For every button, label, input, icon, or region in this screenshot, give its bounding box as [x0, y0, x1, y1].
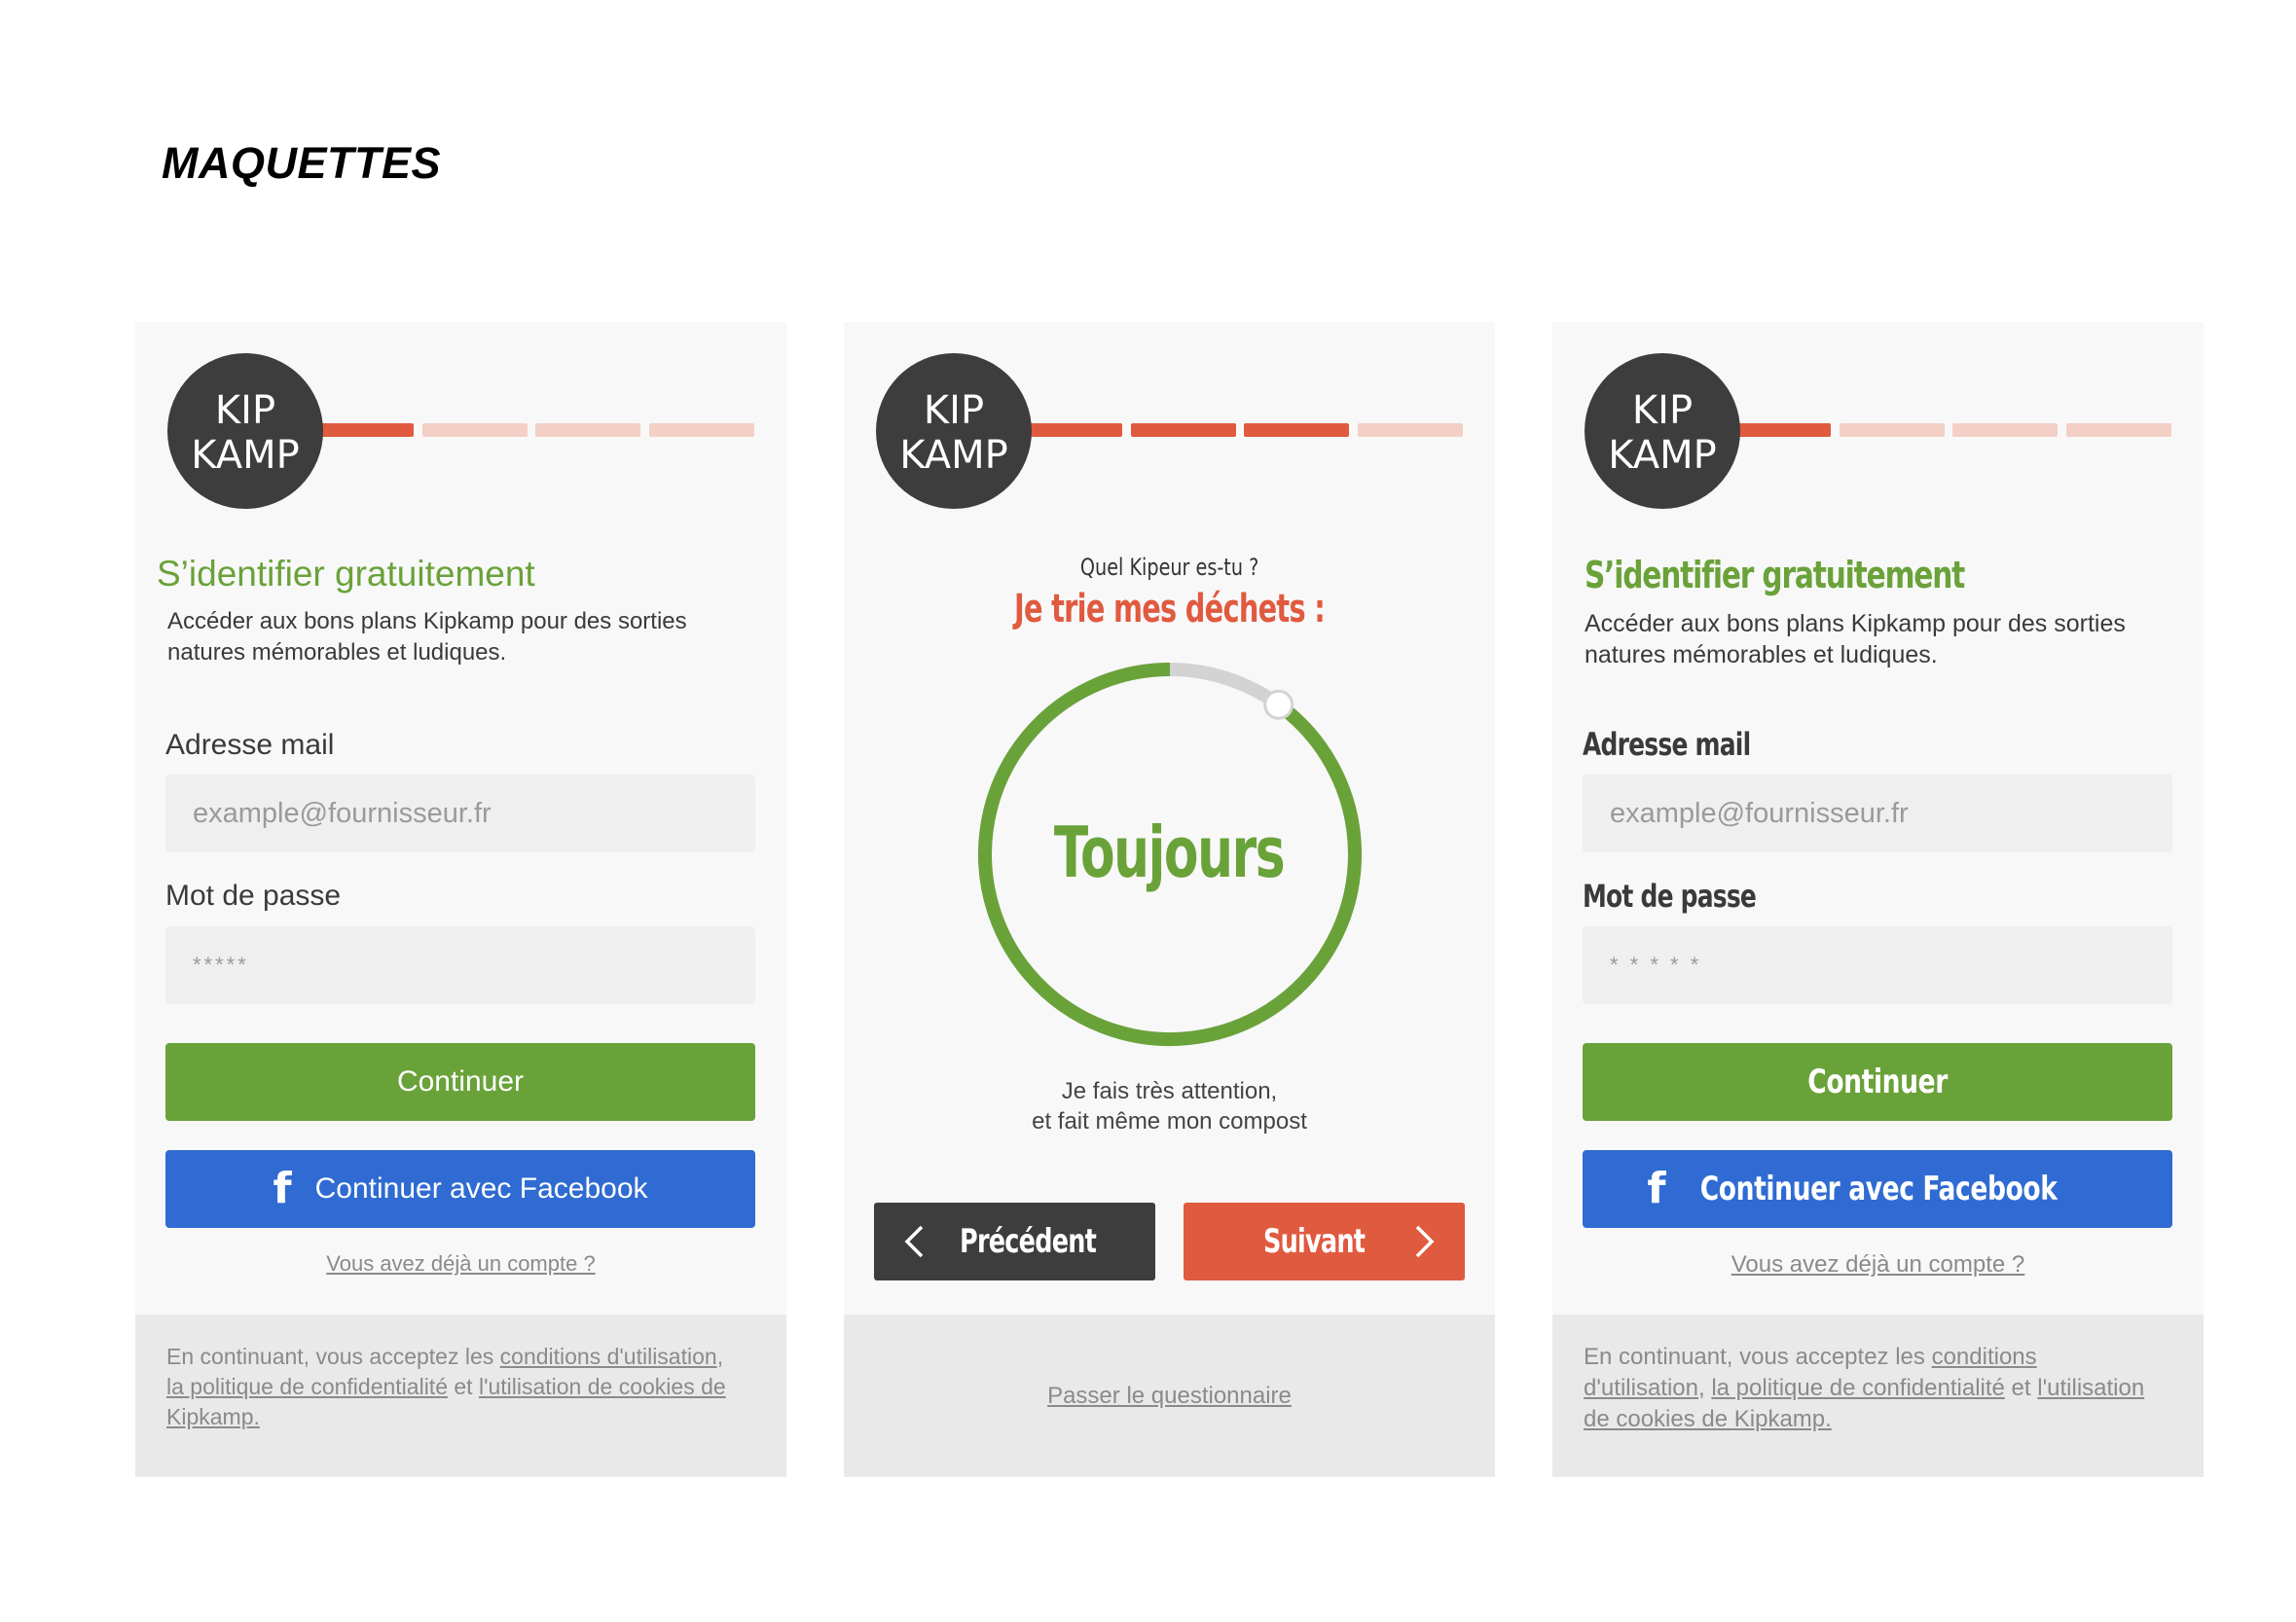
dial-handle[interactable]	[1263, 689, 1294, 720]
email-field[interactable]	[165, 775, 755, 852]
progress-step-2	[1840, 423, 1945, 437]
svg-text:KIP: KIP	[1632, 388, 1693, 433]
svg-text:KAMP: KAMP	[899, 433, 1008, 478]
email-label: Adresse mail	[165, 729, 335, 761]
existing-account-link[interactable]: Vous avez déjà un compte ?	[135, 1251, 786, 1277]
password-label: Mot de passe	[165, 880, 342, 912]
privacy-link[interactable]: la politique de confidentialité	[1711, 1375, 2005, 1401]
chevron-left-icon	[904, 1225, 924, 1258]
kipkamp-logo-mark: KIP KAMP	[899, 388, 1008, 478]
facebook-icon: f	[1647, 1164, 1666, 1213]
facebook-login-button[interactable]: f Continuer avec Facebook	[165, 1150, 755, 1228]
svg-text:KAMP: KAMP	[1608, 433, 1717, 478]
previous-button-label: Précédent	[960, 1222, 1097, 1261]
kipkamp-logo-mark: KIP KAMP	[191, 388, 300, 478]
next-button[interactable]: Suivant	[1184, 1203, 1465, 1280]
svg-text:KIP: KIP	[215, 388, 275, 433]
legal-text: En continuant, vous acceptez les conditi…	[166, 1344, 726, 1429]
chevron-right-icon	[1415, 1225, 1435, 1258]
kipkamp-logo: KIP KAMP	[876, 353, 1032, 509]
signup-subtext: Accéder aux bons plans Kipkamp pour des …	[167, 608, 687, 666]
legal-footer: En continuant, vous acceptez les conditi…	[135, 1315, 786, 1477]
signup-heading: S’identifier gratuitement	[1585, 554, 1965, 596]
mockup-login-screen: KIP KAMP S’identifier gratuitement Accéd…	[135, 322, 786, 1477]
progress-step-4	[649, 423, 754, 437]
privacy-link[interactable]: la politique de confidentialité	[166, 1374, 448, 1399]
progress-step-2	[1131, 423, 1236, 437]
continue-button-label: Continuer	[1807, 1063, 1948, 1101]
password-label: Mot de passe	[1583, 878, 1757, 915]
progress-step-1	[1737, 423, 1831, 437]
facebook-login-button[interactable]: f Continuer avec Facebook	[1583, 1150, 2172, 1228]
progress-step-1	[320, 423, 414, 437]
progress-step-3	[1952, 423, 2058, 437]
previous-button[interactable]: Précédent	[874, 1203, 1155, 1280]
signup-heading: S’identifier gratuitement	[157, 554, 535, 594]
progress-step-1	[1029, 423, 1122, 437]
progress-step-4	[2066, 423, 2171, 437]
password-field[interactable]	[1583, 926, 2172, 1004]
progress-step-4	[1358, 423, 1463, 437]
continue-button[interactable]: Continuer	[165, 1043, 755, 1121]
answer-description: Je fais très attention, et fait même mon…	[1032, 1078, 1307, 1135]
progress-step-3	[535, 423, 640, 437]
email-label: Adresse mail	[1583, 726, 1751, 763]
existing-account-link[interactable]: Vous avez déjà un compte ?	[1552, 1251, 2204, 1279]
facebook-button-label: Continuer avec Facebook	[1700, 1170, 2058, 1208]
continue-button-label: Continuer	[396, 1065, 525, 1098]
kipkamp-logo: KIP KAMP	[1585, 353, 1740, 509]
question-topic: Je trie mes déchets :	[1014, 587, 1326, 631]
legal-text: En continuant, vous acceptez les conditi…	[1584, 1344, 2145, 1432]
progress-step-2	[422, 423, 528, 437]
kipkamp-logo-mark: KIP KAMP	[1608, 388, 1717, 478]
next-button-label: Suivant	[1263, 1222, 1366, 1261]
legal-footer: En continuant, vous acceptez les conditi…	[1552, 1315, 2204, 1477]
svg-text:KAMP: KAMP	[191, 433, 300, 478]
facebook-button-label: Continuer avec Facebook	[314, 1172, 648, 1205]
signup-subtext: Accéder aux bons plans Kipkamp pour des …	[1585, 610, 2126, 668]
kipkamp-logo: KIP KAMP	[167, 353, 323, 509]
mockup-login-screen-alt: KIP KAMP S’identifier gratuitement Accéd…	[1552, 322, 2204, 1477]
email-field[interactable]	[1583, 775, 2172, 852]
password-field[interactable]	[165, 926, 755, 1004]
dial-value-label: Toujours	[1054, 811, 1286, 893]
facebook-icon: f	[273, 1164, 292, 1213]
svg-text:KIP: KIP	[924, 388, 984, 433]
question-prompt: Quel Kipeur es-tu ?	[1079, 554, 1259, 581]
skip-questionnaire-link[interactable]: Passer le questionnaire	[844, 1383, 1495, 1410]
terms-link[interactable]: conditions d'utilisation	[500, 1344, 717, 1369]
questionnaire-footer: Passer le questionnaire	[844, 1315, 1495, 1477]
mockup-questionnaire-screen: KIP KAMP Quel Kipeur es-tu ? Je trie mes…	[844, 322, 1495, 1477]
progress-step-3	[1244, 423, 1349, 437]
page-title: MAQUETTES	[162, 138, 442, 188]
continue-button[interactable]: Continuer	[1583, 1043, 2172, 1121]
